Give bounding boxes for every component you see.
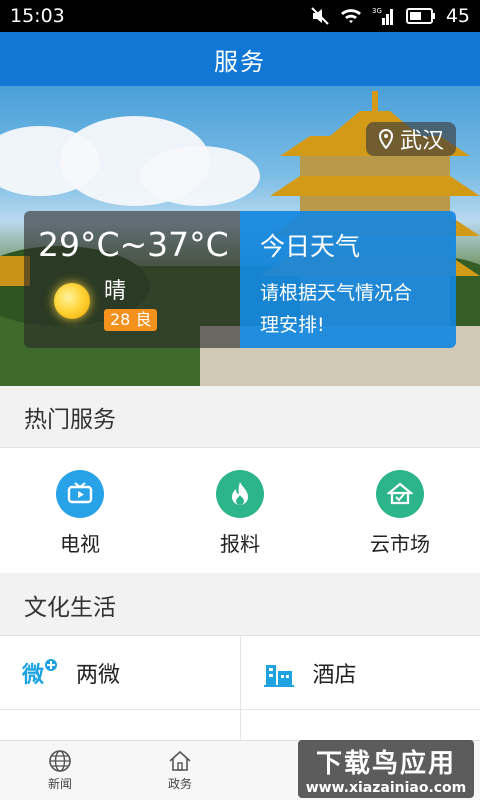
svg-text:3G: 3G (372, 7, 382, 15)
today-weather-title: 今日天气 (260, 232, 361, 261)
watermark-overlay: 下载鸟应用 www.xiazainiao.com (298, 740, 474, 798)
weather-card[interactable]: 29°C~37°C 晴 28 良 (24, 211, 240, 348)
svg-text:微: 微 (22, 662, 44, 688)
wifi-icon (340, 9, 361, 23)
nav-government[interactable]: 政务 (120, 741, 240, 800)
culture-row: 微 两微 酒店 (0, 636, 480, 710)
service-report[interactable]: 报料 (160, 448, 320, 573)
service-cloud-market-label: 云市场 (370, 532, 430, 556)
status-time: 15:03 (10, 5, 65, 27)
hot-services-header: 热门服务 (0, 386, 480, 448)
hotel-icon (263, 664, 294, 687)
location-label: 武汉 (399, 129, 444, 154)
aqi-badge: 28 良 (104, 309, 158, 331)
weibo-weixin-icon: 微 (22, 658, 57, 688)
temperature-range: 29°C~37°C (38, 225, 229, 264)
nav-news-label: 新闻 (47, 777, 72, 791)
nav-news[interactable]: 新闻 (0, 741, 120, 800)
title-bar: 服务 (0, 32, 480, 86)
weather-condition: 晴 (104, 279, 127, 304)
service-tv[interactable]: 电视 (0, 448, 160, 573)
culture-item-hotel[interactable]: 酒店 (239, 636, 480, 709)
service-report-label: 报料 (220, 532, 260, 556)
hero-banner: 武汉 29°C~37°C 晴 28 良 今日天气 请根据天气情况合 理安排! (0, 86, 480, 386)
today-weather-text-line2: 理安排! (260, 314, 325, 336)
culture-item-hotel-label: 酒店 (312, 662, 357, 688)
shop-icon (376, 470, 424, 518)
service-cloud-market[interactable]: 云市场 (320, 448, 480, 573)
globe-icon (49, 750, 71, 772)
hot-services-title: 热门服务 (24, 406, 116, 433)
today-weather-card[interactable]: 今日天气 请根据天气情况合 理安排! (240, 211, 456, 348)
watermark-url: www.xiazainiao.com (305, 779, 467, 796)
location-pin-icon (378, 129, 393, 149)
culture-header: 文化生活 (0, 574, 480, 636)
watermark-title: 下载鸟应用 (315, 748, 456, 779)
location-button[interactable]: 武汉 (365, 122, 456, 156)
culture-item-weibo-weixin[interactable]: 微 两微 (0, 636, 240, 709)
mute-icon (311, 7, 329, 25)
flame-icon (216, 470, 264, 518)
tv-icon (56, 470, 104, 518)
status-icons: 3G 45 (310, 5, 470, 27)
page-title: 服务 (214, 47, 266, 76)
battery-icon (405, 8, 435, 24)
hot-services: 电视 报料 云市场 (0, 448, 480, 573)
service-tv-label: 电视 (60, 532, 100, 556)
culture-item-weibo-weixin-label: 两微 (76, 662, 121, 688)
today-weather-text-line1: 请根据天气情况合 (260, 282, 413, 304)
status-bar: 15:03 3G 45 (0, 0, 480, 32)
culture-title: 文化生活 (24, 594, 116, 621)
sun-icon (54, 283, 90, 319)
nav-government-label: 政务 (167, 777, 192, 791)
home-icon (169, 750, 191, 771)
signal-icon: 3G (372, 7, 393, 25)
battery-level: 45 (445, 5, 470, 27)
